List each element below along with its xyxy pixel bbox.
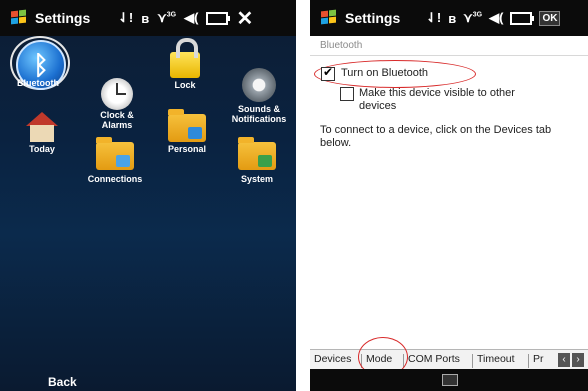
- tile-bluetooth-label: Bluetooth: [17, 78, 59, 88]
- system-folder-icon: [238, 137, 276, 170]
- bottom-bar: [310, 369, 588, 391]
- turn-on-bluetooth-checkbox[interactable]: [321, 65, 335, 81]
- signal-icon: ⇃!: [426, 10, 442, 25]
- tile-system[interactable]: System: [232, 137, 282, 184]
- sounds-gear-icon: [242, 68, 276, 102]
- page-header: Bluetooth: [320, 40, 363, 51]
- tile-clock-label: Clock & Alarms: [100, 110, 134, 130]
- window-title: Settings: [35, 10, 91, 26]
- tab-timeout[interactable]: Timeout: [477, 353, 515, 365]
- network-3g-icon: ⋎3G: [157, 10, 177, 25]
- tab-partial[interactable]: Pr: [533, 353, 544, 365]
- tile-connections[interactable]: Connections: [82, 137, 148, 184]
- tile-today-label: Today: [29, 144, 55, 154]
- tab-com-ports[interactable]: COM Ports: [408, 353, 460, 365]
- volume-icon: ◀(: [184, 10, 199, 25]
- tile-lock[interactable]: Lock: [162, 38, 208, 90]
- signal-icon: ⇃!: [118, 10, 134, 25]
- status-icons: ⇃! ʙ ⋎3G ◀( ✕: [118, 0, 253, 36]
- tile-sounds-notifications[interactable]: Sounds & Notifications: [224, 68, 294, 124]
- ok-button[interactable]: OK: [539, 10, 561, 26]
- tab-scroll-right-icon[interactable]: ›: [572, 353, 584, 367]
- bluetooth-status-icon: ʙ: [141, 10, 150, 26]
- turn-on-bluetooth-label[interactable]: Turn on Bluetooth: [341, 67, 428, 80]
- connect-info-text: To connect to a device, click on the Dev…: [320, 124, 552, 149]
- windows-start-icon[interactable]: [10, 9, 28, 26]
- clock-icon: [101, 78, 133, 110]
- tab-bar: Devices Mode COM Ports Timeout Pr ‹ ›: [310, 349, 588, 370]
- lock-icon: [170, 38, 200, 78]
- tile-today[interactable]: Today: [20, 112, 64, 154]
- back-softkey[interactable]: Back: [48, 375, 77, 389]
- tab-devices[interactable]: Devices: [314, 353, 351, 365]
- bluetooth-settings-screen: Settings ⇃! ʙ ⋎3G ◀( OK Bluetooth Turn o…: [310, 0, 588, 391]
- tile-system-label: System: [240, 174, 274, 184]
- tile-sounds-label: Sounds & Notifications: [231, 104, 287, 124]
- close-button[interactable]: ✕: [236, 6, 253, 31]
- settings-screen: Settings ⇃! ʙ ⋎3G ◀( ✕ ᛒ Bluetooth Clock…: [0, 0, 296, 391]
- header-divider: [310, 55, 588, 56]
- battery-icon: [510, 11, 535, 25]
- status-icons: ⇃! ʙ ⋎3G ◀( OK: [426, 0, 561, 36]
- tile-bluetooth[interactable]: ᛒ Bluetooth: [16, 40, 66, 90]
- tile-clock-alarms[interactable]: Clock & Alarms: [92, 78, 142, 130]
- bluetooth-status-icon: ʙ: [448, 10, 457, 26]
- tile-personal-label: Personal: [167, 144, 207, 154]
- volume-icon: ◀(: [489, 10, 504, 25]
- tab-scroll-left-icon[interactable]: ‹: [558, 353, 570, 367]
- tile-personal[interactable]: Personal: [162, 109, 212, 154]
- tile-lock-label: Lock: [174, 80, 196, 90]
- tile-connections-label: Connections: [87, 174, 143, 184]
- battery-icon: [206, 11, 231, 25]
- visible-device-label[interactable]: Make this device visible to other device…: [359, 87, 549, 113]
- windows-start-icon[interactable]: [320, 9, 338, 26]
- visible-device-checkbox[interactable]: [340, 87, 354, 101]
- connections-folder-icon: [96, 137, 134, 170]
- keyboard-icon[interactable]: [442, 374, 458, 386]
- window-title: Settings: [345, 10, 401, 26]
- network-3g-icon: ⋎3G: [463, 10, 483, 25]
- home-icon: [26, 112, 58, 142]
- personal-folder-icon: [168, 109, 206, 142]
